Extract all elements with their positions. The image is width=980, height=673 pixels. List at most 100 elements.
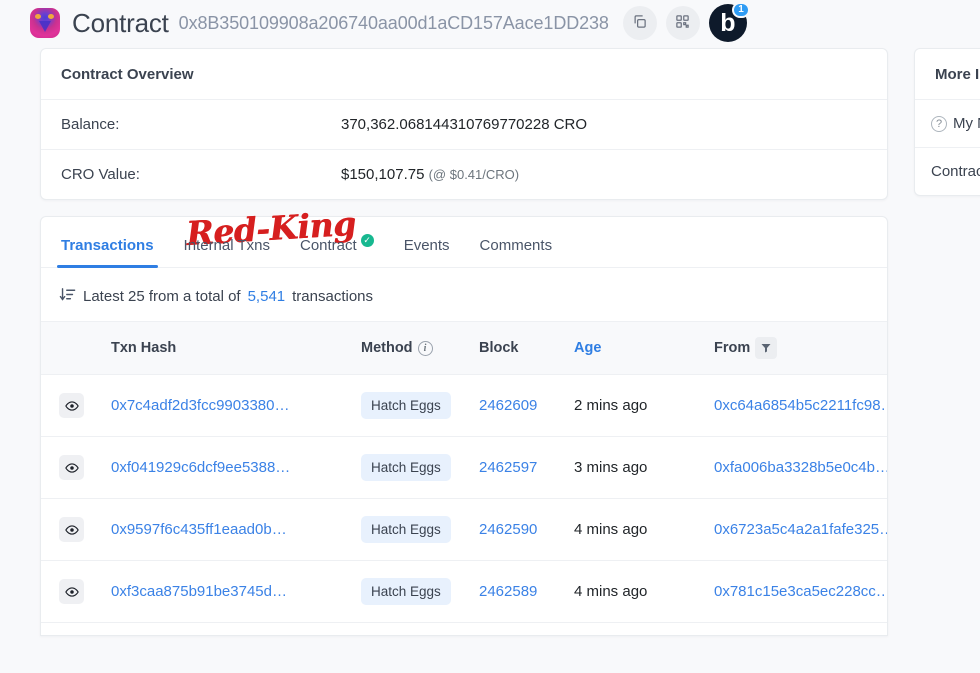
tab-bar: Transactions Internal Txns Contract ✓ Ev… [41,217,887,268]
tab-transactions-label: Transactions [61,237,154,254]
table-body: 0x7c4adf2d3fcc9903380… Hatch Eggs 246260… [41,374,887,623]
row-txn-hash-cell: 0xf3caa875b91be3745d… [103,560,353,623]
tab-internal-txns[interactable]: Internal Txns [182,231,272,267]
row-block-cell: 2462597 [471,436,566,499]
column-header-from-label: From [714,340,751,356]
question-mark-icon: ? [931,115,947,132]
my-name-tag-label: My Name Tag [953,115,980,132]
txn-hash-link[interactable]: 0x7c4adf2d3fcc9903380… [111,397,289,414]
row-from-cell: 0xfa006ba3328b5e0c4b… [706,436,887,499]
cro-value-value: $150,107.75 (@ $0.41/CRO) [341,166,519,183]
verified-check-icon: ✓ [360,234,374,247]
summary-total-count[interactable]: 5,541 [248,288,286,305]
transactions-table: Txn Hash Method i Block Age From 0x7c4ad… [41,321,887,623]
filter-icon[interactable] [755,337,778,359]
from-address-link[interactable]: 0xfa006ba3328b5e0c4b… [714,459,887,476]
block-link[interactable]: 2462597 [479,459,537,476]
summary-prefix: Latest 25 from a total of [83,288,241,305]
row-txn-hash-cell: 0xf041929c6dcf9ee5388… [103,436,353,499]
column-header-block: Block [471,321,566,375]
tab-contract-label: Contract [299,237,357,254]
balance-row: Balance: 370,362.068144310769770228 CRO [41,100,887,150]
row-eye-cell [41,436,103,499]
txn-hash-link[interactable]: 0xf3caa875b91be3745d… [111,583,287,600]
from-address-link[interactable]: 0xc64a6854b5c2211fc98… [714,397,887,414]
row-block-cell: 2462589 [471,560,566,623]
page-header: Contract 0x8B350109908a206740aa00d1aCD15… [0,0,980,48]
eye-icon[interactable] [59,455,84,480]
method-badge: Hatch Eggs [361,578,451,605]
contract-overview-title: Contract Overview [41,49,887,100]
row-age-cell: 4 mins ago [566,498,706,561]
eye-icon[interactable] [59,517,84,542]
table-row: 0xf041929c6dcf9ee5388… Hatch Eggs 246259… [41,436,887,499]
table-header: Txn Hash Method i Block Age From [41,321,887,375]
page-title: Contract [72,7,169,38]
summary-suffix: transactions [292,288,374,305]
tab-events-label: Events [403,237,450,254]
qr-code-icon [675,14,690,32]
more-info-title: More Info [915,49,980,100]
row-txn-hash-cell: 0x9597f6c435ff1eaad0b… [103,498,353,561]
token-logo-icon [30,8,60,38]
method-badge: Hatch Eggs [361,454,451,481]
column-header-method: Method i [353,321,471,375]
row-method-cell: Hatch Eggs [353,374,471,437]
cards-row: Contract Overview Balance: 370,362.06814… [0,48,980,200]
txn-hash-link[interactable]: 0x9597f6c435ff1eaad0b… [111,521,287,538]
block-link[interactable]: 2462609 [479,397,537,414]
row-from-cell: 0xc64a6854b5c2211fc98… [706,374,887,437]
eye-icon[interactable] [59,393,84,418]
copy-icon [632,14,647,32]
tab-transactions[interactable]: Transactions [57,231,158,268]
row-method-cell: Hatch Eggs [353,560,471,623]
method-badge: Hatch Eggs [361,516,451,543]
table-row: 0x9597f6c435ff1eaad0b… Hatch Eggs 246259… [41,498,887,561]
copy-address-button[interactable] [622,6,657,40]
row-block-cell: 2462609 [471,374,566,437]
column-header-eye [41,321,103,375]
cro-value-label: CRO Value: [61,166,140,183]
balance-value: 370,362.068144310769770228 CRO [341,116,588,133]
contract-info-label: Contract [931,163,980,180]
cro-value-row: CRO Value: $150,107.75 (@ $0.41/CRO) [41,150,887,199]
row-age-cell: 4 mins ago [566,560,706,623]
tab-contract[interactable]: Contract ✓ [298,231,376,267]
tab-comments[interactable]: Comments [478,231,555,267]
row-method-cell: Hatch Eggs [353,436,471,499]
eye-icon[interactable] [59,579,84,604]
row-eye-cell [41,498,103,561]
more-info-card: More Info ? My Name Tag Contract [914,48,980,196]
cro-value-rate: (@ $0.41/CRO) [428,167,520,182]
info-icon[interactable]: i [417,340,433,356]
column-header-method-label: Method [361,340,413,356]
row-eye-cell [41,560,103,623]
block-link[interactable]: 2462589 [479,583,537,600]
row-method-cell: Hatch Eggs [353,498,471,561]
my-name-tag-row[interactable]: ? My Name Tag [915,100,980,148]
row-txn-hash-cell: 0x7c4adf2d3fcc9903380… [103,374,353,437]
row-age-cell: 2 mins ago [566,374,706,437]
table-row: 0x7c4adf2d3fcc9903380… Hatch Eggs 246260… [41,374,887,437]
qr-code-button[interactable] [665,6,700,40]
table-header-row: Txn Hash Method i Block Age From [41,321,887,375]
txn-hash-link[interactable]: 0xf041929c6dcf9ee5388… [111,459,290,476]
block-link[interactable]: 2462590 [479,521,537,538]
tab-events[interactable]: Events [402,231,452,267]
row-eye-cell [41,374,103,437]
contract-overview-card: Contract Overview Balance: 370,362.06814… [40,48,888,200]
row-from-cell: 0x6723a5c4a2a1fafe325… [706,498,887,561]
contract-address: 0x8B350109908a206740aa00d1aCD157Aace1DD2… [178,12,609,33]
blockscan-chat-button[interactable]: b 1 [708,2,750,42]
sort-descending-icon[interactable] [59,286,76,307]
tab-internal-txns-label: Internal Txns [183,237,270,254]
from-address-link[interactable]: 0x781c15e3ca5ec228cc… [714,583,887,600]
column-header-age[interactable]: Age [566,321,706,375]
row-age-cell: 3 mins ago [566,436,706,499]
balance-label: Balance: [61,116,120,133]
transactions-panel: Transactions Internal Txns Contract ✓ Ev… [40,216,888,636]
row-block-cell: 2462590 [471,498,566,561]
header-actions: b 1 [622,2,750,42]
from-address-link[interactable]: 0x6723a5c4a2a1fafe325… [714,521,887,538]
notification-count-badge: 1 [732,2,750,18]
